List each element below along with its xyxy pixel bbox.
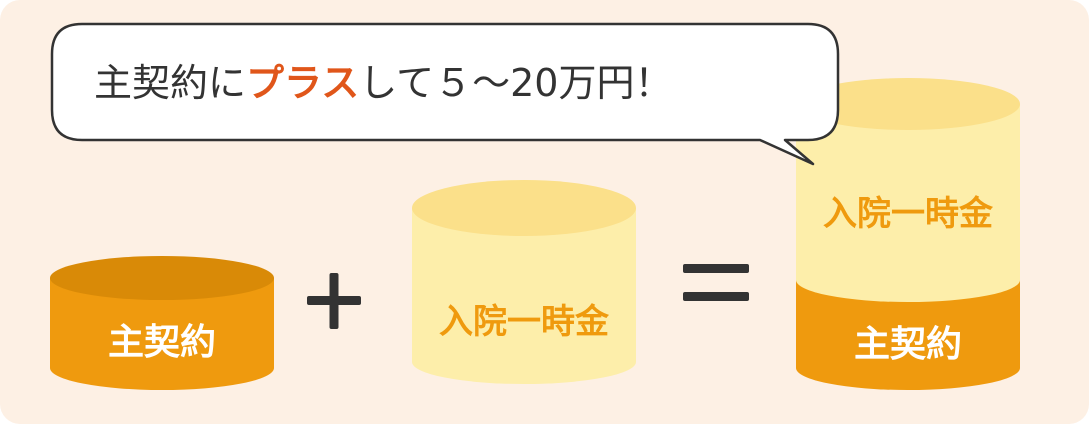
bubble-text-plus-accent: プラス bbox=[246, 61, 359, 105]
bubble-text-amount: して５～20万円！ bbox=[359, 61, 672, 105]
equals-sign-icon bbox=[683, 264, 749, 301]
speech-bubble: 主契約にプラスして５～20万円！ bbox=[50, 22, 840, 166]
hospital-lump-sum-label: 入院一時金 bbox=[439, 302, 610, 342]
hospital-lump-sum-cylinder-top bbox=[412, 180, 636, 236]
combined-hospital-lump-sum-label: 入院一時金 bbox=[823, 194, 994, 234]
diagram-canvas: 主契約 入院一時金 入院一時金 主契約 主契約にプラスして５～20万円！ bbox=[50, 22, 1020, 390]
diagram-card: 主契約 入院一時金 入院一時金 主契約 主契約にプラスして５～20万円！ bbox=[0, 0, 1089, 424]
combined-main-contract-label: 主契約 bbox=[854, 324, 962, 365]
bubble-text: 主契約にプラスして５～20万円！ bbox=[94, 61, 672, 105]
hospital-lump-sum-cylinder: 入院一時金 bbox=[412, 180, 636, 384]
main-contract-cylinder-top bbox=[50, 256, 274, 300]
plus-sign-icon bbox=[307, 273, 361, 329]
main-contract-cylinder: 主契約 bbox=[50, 256, 274, 390]
main-contract-label: 主契約 bbox=[108, 322, 216, 363]
bubble-text-main: 主契約に bbox=[94, 61, 246, 105]
